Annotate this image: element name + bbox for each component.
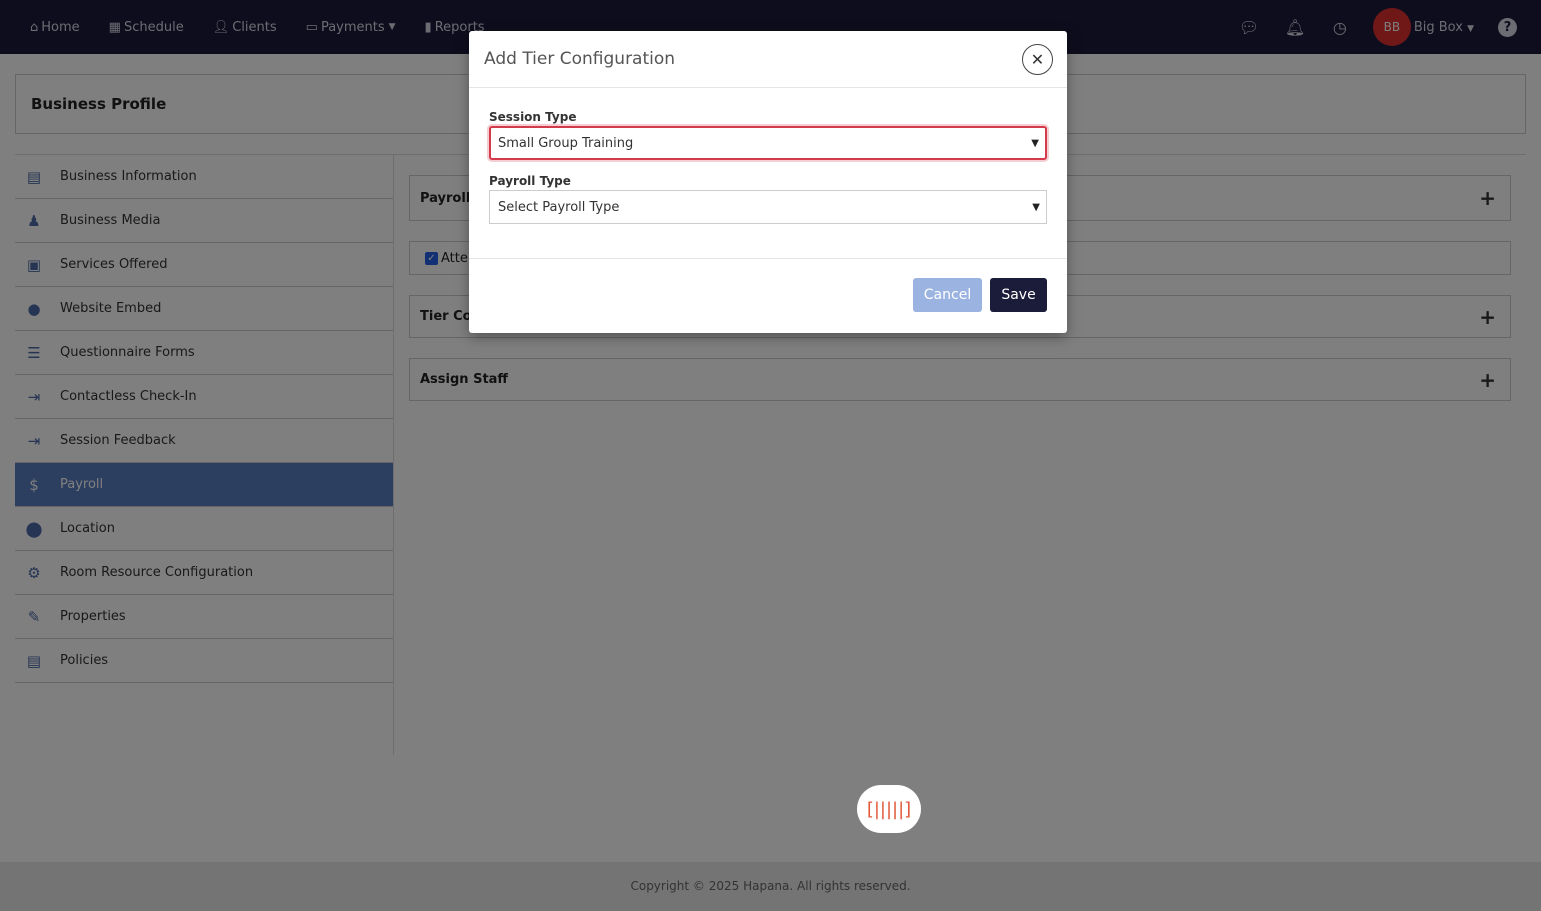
- session-type-select[interactable]: Small Group Training ▼: [489, 126, 1047, 160]
- session-type-label: Session Type: [489, 110, 577, 124]
- modal-title: Add Tier Configuration: [484, 49, 676, 69]
- modal-header: Add Tier Configuration ✕: [469, 31, 1067, 88]
- barcode-scanner-button[interactable]: [|||||]: [857, 785, 921, 833]
- chevron-down-icon: ▼: [1032, 201, 1040, 213]
- add-tier-configuration-modal: Add Tier Configuration ✕ Session Type Sm…: [469, 31, 1067, 333]
- modal-footer: Cancel Save: [469, 259, 1067, 331]
- barcode-icon: [|||||]: [866, 798, 912, 820]
- payroll-type-label: Payroll Type: [489, 174, 571, 188]
- payroll-type-select[interactable]: Select Payroll Type ▼: [489, 190, 1047, 224]
- cancel-button[interactable]: Cancel: [913, 278, 982, 312]
- session-type-value: Small Group Training: [498, 135, 634, 151]
- save-button[interactable]: Save: [990, 278, 1047, 312]
- close-icon[interactable]: ✕: [1022, 44, 1053, 75]
- payroll-type-value: Select Payroll Type: [498, 199, 620, 215]
- chevron-down-icon: ▼: [1031, 137, 1039, 149]
- modal-body: Session Type Small Group Training ▼ Payr…: [469, 88, 1067, 259]
